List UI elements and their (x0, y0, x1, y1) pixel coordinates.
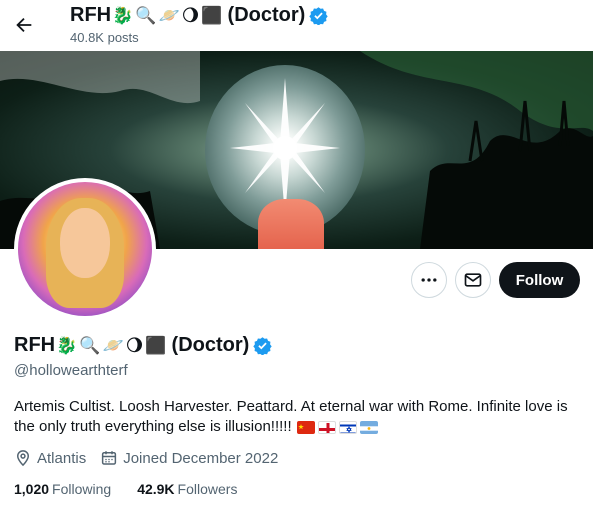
bio-text: Artemis Cultist. Loosh Harvester. Peatta… (14, 398, 568, 435)
display-name-prefix: RFH (14, 334, 56, 356)
location-item: Atlantis (14, 449, 86, 467)
followers-link[interactable]: 42.9K Followers (137, 481, 237, 497)
black-square-emoji: ⬛ (201, 5, 223, 26)
arrow-left-icon (16, 17, 32, 33)
magnifier-emoji: 🔍 (135, 5, 157, 26)
profile-handle: @hollowearthterf (14, 362, 128, 379)
followers-label: Followers (177, 481, 238, 497)
banner-flame (258, 199, 324, 249)
following-link[interactable]: 1,020 Following (14, 481, 111, 497)
argentina-flag-icon (359, 420, 378, 434)
profile-stats: 1,020 Following 42.9K Followers (14, 481, 263, 497)
dragon-emoji: 🐉 (112, 5, 134, 26)
israel-flag-icon (338, 420, 357, 434)
more-button[interactable] (411, 262, 447, 298)
avatar-face (60, 208, 110, 278)
back-button[interactable] (12, 13, 36, 37)
black-square-emoji: ⬛ (145, 335, 167, 356)
top-bar: RFH 🐉 🔍 🪐 🌖 ⬛ (Doctor) 40.8K posts (0, 0, 593, 51)
calendar-icon (102, 451, 117, 465)
envelope-icon (464, 273, 482, 287)
profile-bio: Artemis Cultist. Loosh Harvester. Peatta… (14, 397, 582, 437)
magnifier-emoji: 🔍 (79, 335, 101, 356)
message-button[interactable] (455, 262, 491, 298)
follow-button[interactable]: Follow (499, 262, 580, 298)
location-pin-icon (16, 450, 30, 467)
china-flag-icon (296, 420, 315, 434)
bio-flags (296, 420, 378, 434)
joined-item: Joined December 2022 (100, 449, 278, 467)
following-count: 1,020 (14, 481, 50, 497)
moon-emoji: 🌖 (125, 335, 144, 356)
location-text: Atlantis (37, 449, 87, 467)
planet-emoji: 🪐 (158, 5, 180, 26)
moon-emoji: 🌖 (181, 5, 200, 26)
england-flag-icon (317, 420, 336, 434)
display-name-suffix: (Doctor) (171, 334, 250, 356)
header-name-suffix: (Doctor) (227, 4, 306, 26)
avatar[interactable] (14, 178, 156, 320)
header-name-prefix: RFH (70, 4, 112, 26)
more-dots-icon (421, 278, 437, 282)
dragon-emoji: 🐉 (56, 335, 78, 356)
verified-badge-icon[interactable] (253, 336, 272, 355)
verified-badge-icon (309, 7, 328, 25)
joined-text: Joined December 2022 (123, 449, 279, 467)
profile-display-name: RFH 🐉 🔍 🪐 🌖 ⬛ (Doctor) (14, 334, 272, 357)
planet-emoji: 🪐 (102, 335, 124, 356)
profile-meta: Atlantis Joined December 2022 (14, 449, 292, 467)
following-label: Following (52, 481, 112, 497)
posts-count: 40.8K posts (70, 30, 139, 45)
avatar-image (18, 182, 152, 316)
header-display-name: RFH 🐉 🔍 🪐 🌖 ⬛ (Doctor) (70, 4, 328, 27)
followers-count: 42.9K (137, 481, 175, 497)
